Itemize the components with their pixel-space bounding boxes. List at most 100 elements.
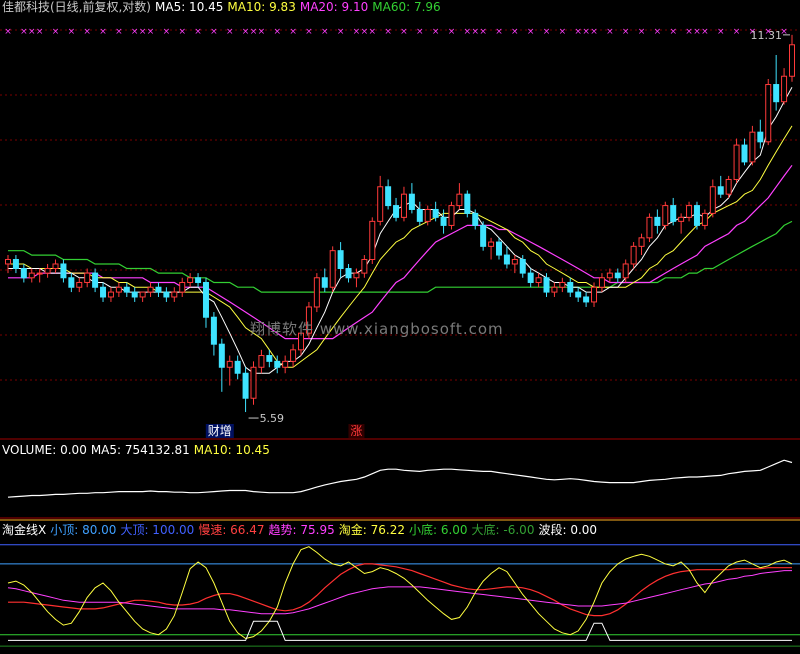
signal-marker: × (353, 27, 361, 37)
candle-body (5, 258, 11, 265)
candle-body (226, 360, 233, 368)
wave-readout: 波段: 0.00 (538, 523, 598, 537)
candle-body (654, 216, 661, 226)
candle-body (583, 296, 590, 303)
signal-marker: × (479, 27, 487, 37)
gold-line (7, 546, 793, 640)
candle-body (329, 250, 336, 288)
candle-body (139, 291, 146, 298)
candle-body (179, 281, 186, 293)
signal-marker: × (574, 27, 582, 37)
signal-marker: × (590, 27, 598, 37)
signal-marker: × (250, 27, 258, 37)
signal-marker: × (733, 27, 741, 37)
candle-body (321, 277, 328, 288)
candle-body (757, 131, 764, 143)
candle-body (400, 193, 407, 218)
low-price-label: 5.59 (260, 412, 285, 425)
signal-marker: × (559, 27, 567, 37)
signal-marker: × (194, 27, 202, 37)
signal-marker: × (416, 27, 424, 37)
volume-ma5-readout: MA5: 754132.81 (90, 443, 190, 457)
candle-body (163, 291, 170, 298)
candle-body (464, 193, 471, 214)
signal-marker: × (147, 27, 155, 37)
signal-marker: × (361, 27, 369, 37)
candle-body (709, 186, 716, 214)
signal-marker: × (337, 27, 345, 37)
candle-body (789, 44, 795, 77)
signal-marker: × (582, 27, 590, 37)
gold-readout: 淘金: 76.22 (338, 523, 405, 537)
signal-marker: × (83, 27, 91, 37)
candle-body (36, 272, 43, 275)
candle-body (662, 205, 669, 226)
signal-marker: × (178, 27, 186, 37)
indicator-name: 淘金线X (2, 523, 47, 537)
signal-marker: × (258, 27, 266, 37)
candle-body (258, 355, 265, 368)
candle-body (535, 277, 542, 283)
signal-marker: × (99, 27, 107, 37)
candle-body (187, 277, 194, 283)
candle-body (52, 263, 59, 270)
candle-body (12, 258, 19, 270)
signal-marker: × (693, 27, 701, 37)
candle-body (385, 186, 392, 207)
candle-body (218, 343, 225, 368)
ma60-readout: MA60: 7.96 (372, 0, 441, 14)
candle-body (107, 291, 114, 298)
stock-chart-window: × × × × × × × × × × × × × × × × × × × × × × × × × × × × × × × × × × × × × × × ×… (0, 0, 800, 654)
signal-marker: × (289, 27, 297, 37)
candle-body (606, 272, 613, 279)
candle-body (274, 360, 281, 368)
candle-body (638, 237, 645, 247)
candle-body (646, 216, 653, 239)
volume-ma-line (7, 459, 793, 498)
candle-body (131, 291, 138, 298)
signal-marker: × (495, 27, 503, 37)
signal-marker: × (701, 27, 709, 37)
signal-marker: × (432, 27, 440, 37)
signal-marker: × (68, 27, 76, 37)
candle-body (242, 372, 249, 399)
candle-body (717, 186, 724, 195)
candle-body (202, 281, 209, 318)
candle-body (503, 254, 510, 265)
signal-marker: × (471, 27, 479, 37)
trend-readout: 趋势: 75.95 (268, 523, 335, 537)
ma20-line (8, 164, 793, 340)
candle-body (282, 360, 289, 368)
candle-body (488, 241, 495, 247)
signal-marker: × (527, 27, 535, 37)
signal-marker: × (4, 27, 12, 37)
volume-panel-header: VOLUME: 0.00 MA5: 754132.81 MA10: 10.45 (2, 443, 274, 457)
candle-body (20, 268, 27, 279)
signal-marker: × (115, 27, 123, 37)
stock-title: 佳都科技(日线,前复权,对数) (2, 0, 151, 14)
signal-marker: × (638, 27, 646, 37)
signal-marker: × (400, 27, 408, 37)
big-top-readout: 大顶: 100.00 (120, 523, 195, 537)
signal-marker: × (20, 27, 28, 37)
signal-marker: × (131, 27, 139, 37)
candle-body (68, 277, 75, 288)
candle-body (353, 272, 360, 279)
signal-marker: × (511, 27, 519, 37)
candle-body (432, 208, 439, 218)
candle-body (622, 263, 629, 279)
candle-body (495, 241, 502, 256)
candle-body (678, 216, 685, 222)
signal-marker: × (226, 27, 234, 37)
candle-body (551, 286, 558, 293)
candle-body (92, 272, 99, 288)
signal-marker: × (28, 27, 36, 37)
signal-marker: × (369, 27, 377, 37)
candle-body (313, 277, 320, 308)
candle-body (337, 250, 344, 270)
candle-body (115, 286, 122, 293)
candle-body (781, 75, 788, 103)
candle-body (701, 212, 708, 226)
price-panel-header: 佳都科技(日线,前复权,对数) MA5: 10.45 MA10: 9.83 MA20:… (2, 0, 445, 14)
candle-body (424, 208, 431, 222)
